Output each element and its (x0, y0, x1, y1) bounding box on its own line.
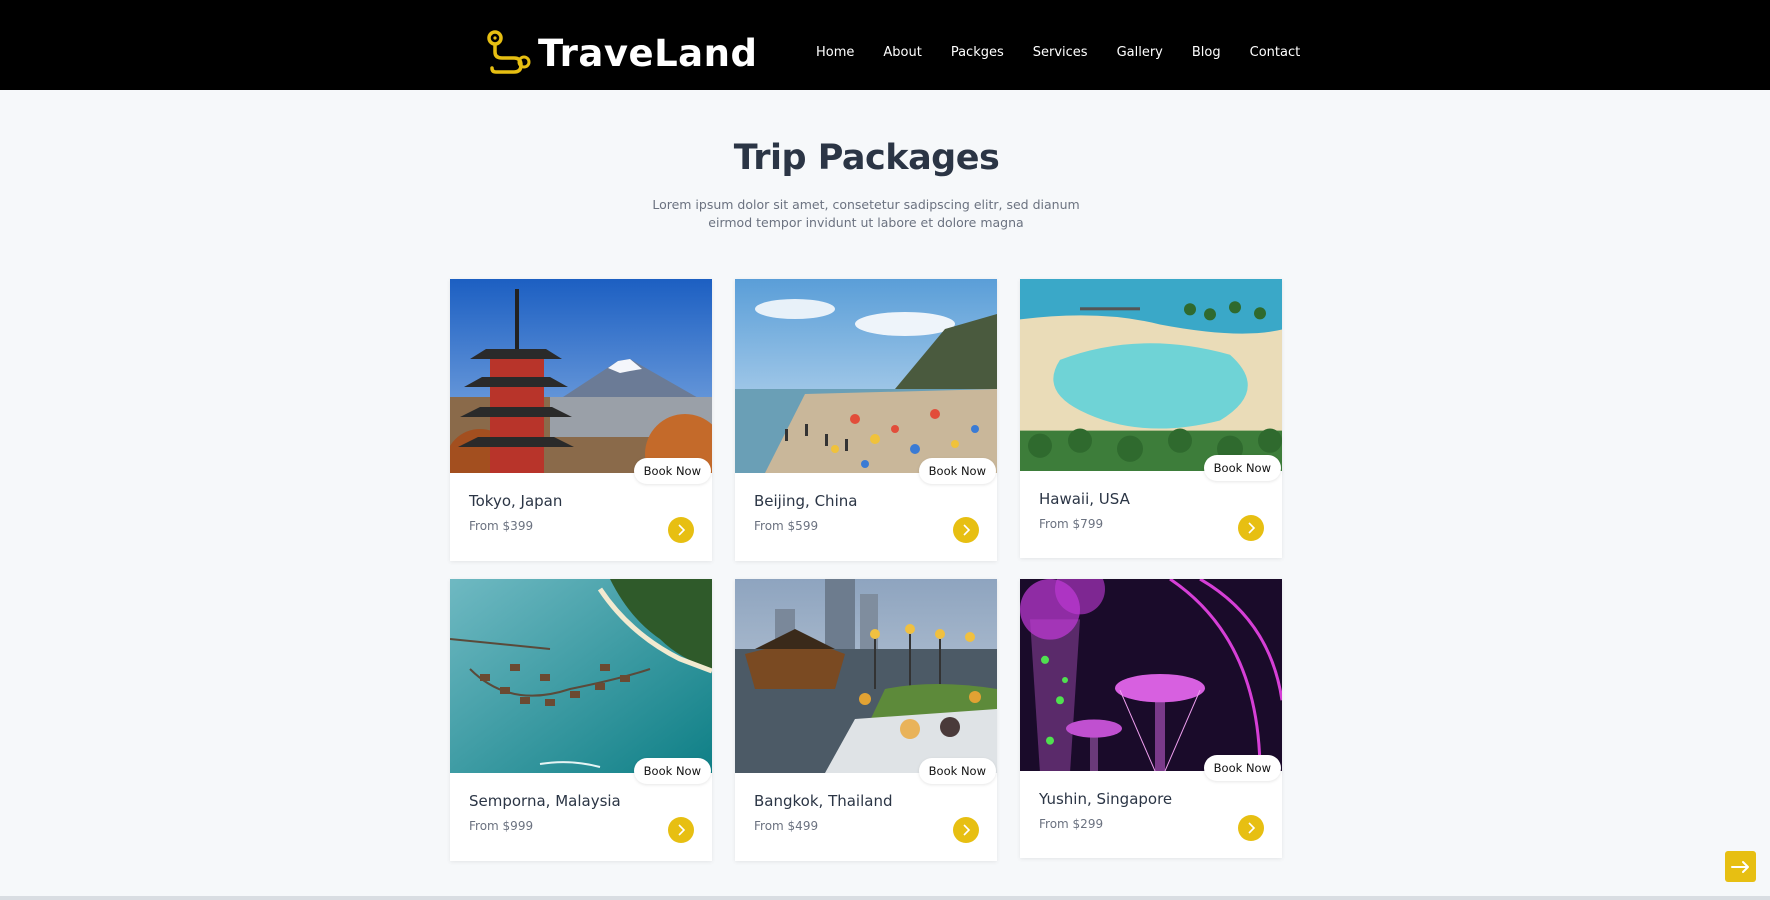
arrow-right-icon (1731, 861, 1749, 873)
package-card-bangkok: Book Now Bangkok, Thailand From $499 (735, 579, 997, 861)
package-details-button[interactable] (953, 817, 979, 843)
package-image-singapore (1020, 579, 1282, 771)
package-details-button[interactable] (1238, 515, 1264, 541)
package-card-hawaii: Book Now Hawaii, USA From $799 (1020, 279, 1282, 558)
chevron-right-icon (678, 824, 686, 836)
package-price: From $999 (469, 819, 534, 833)
package-details-button[interactable] (1238, 815, 1264, 841)
package-details-button[interactable] (668, 517, 694, 543)
package-name: Beijing, China (754, 492, 858, 510)
nav-gallery[interactable]: Gallery (1117, 45, 1163, 61)
nav-contact[interactable]: Contact (1250, 45, 1301, 61)
section-title: Trip Packages (733, 138, 1000, 178)
package-price: From $499 (754, 819, 819, 833)
package-details-button[interactable] (668, 817, 694, 843)
chevron-right-icon (678, 524, 686, 536)
nav-home[interactable]: Home (816, 45, 854, 61)
package-name: Yushin, Singapore (1039, 790, 1173, 808)
book-now-button[interactable]: Book Now (1203, 455, 1281, 481)
package-name: Tokyo, Japan (469, 492, 563, 510)
package-image-hawaii (1020, 279, 1282, 471)
package-name: Bangkok, Thailand (754, 792, 893, 810)
package-card-tokyo: Book Now Tokyo, Japan From $399 (450, 279, 712, 561)
nav-about[interactable]: About (883, 45, 921, 61)
page-bottom-border (0, 896, 1770, 900)
chevron-right-icon (1248, 822, 1256, 834)
site-header: TraveLand Home About Packges Services Ga… (0, 0, 1770, 90)
scroll-next-button[interactable] (1725, 851, 1756, 882)
package-image-tokyo (450, 279, 712, 473)
nav-services[interactable]: Services (1033, 45, 1088, 61)
chevron-right-icon (963, 824, 971, 836)
brand-name: TraveLand (538, 31, 758, 75)
package-card-semporna: Book Now Semporna, Malaysia From $999 (450, 579, 712, 861)
map-pin-route-icon (487, 30, 531, 74)
brand-logo[interactable]: TraveLand (484, 28, 757, 78)
book-now-button[interactable]: Book Now (1203, 755, 1281, 781)
package-price: From $299 (1039, 817, 1104, 831)
package-name: Hawaii, USA (1039, 490, 1130, 508)
nav-packages[interactable]: Packges (951, 45, 1004, 61)
main-nav: Home About Packges Services Gallery Blog… (816, 0, 1300, 106)
package-price: From $399 (469, 519, 534, 533)
package-price: From $599 (754, 519, 819, 533)
book-now-button[interactable]: Book Now (918, 758, 996, 784)
package-image-semporna (450, 579, 712, 773)
book-now-button[interactable]: Book Now (633, 458, 711, 484)
package-image-beijing (735, 279, 997, 473)
nav-blog[interactable]: Blog (1192, 45, 1221, 61)
book-now-button[interactable]: Book Now (918, 458, 996, 484)
package-price: From $799 (1039, 517, 1104, 531)
package-card-beijing: Book Now Beijing, China From $599 (735, 279, 997, 561)
package-card-singapore: Book Now Yushin, Singapore From $299 (1020, 579, 1282, 858)
section-subtitle: Lorem ipsum dolor sit amet, consetetur s… (652, 197, 1080, 230)
book-now-button[interactable]: Book Now (633, 758, 711, 784)
chevron-right-icon (1248, 522, 1256, 534)
chevron-right-icon (963, 524, 971, 536)
package-details-button[interactable] (953, 517, 979, 543)
package-image-bangkok (735, 579, 997, 773)
package-name: Semporna, Malaysia (469, 792, 621, 810)
